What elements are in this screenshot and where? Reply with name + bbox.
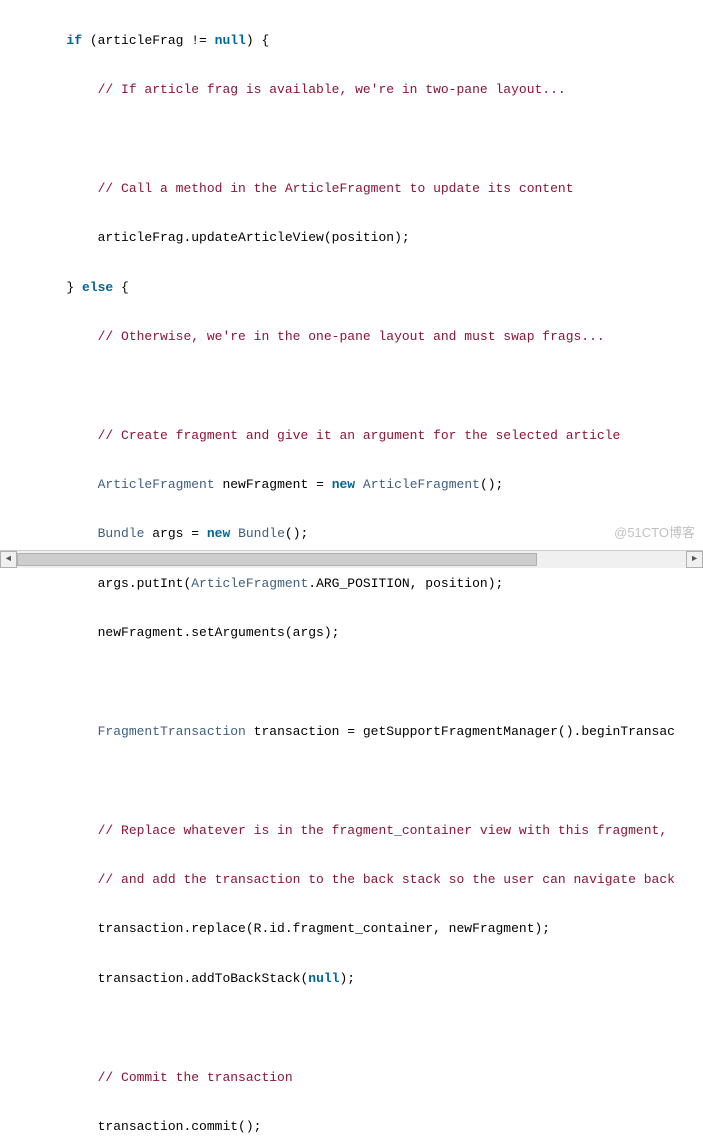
code-line: } else {	[4, 276, 703, 301]
code-block: if (articleFrag != null) { // If article…	[0, 0, 703, 1136]
scroll-left-button[interactable]: ◄	[0, 551, 17, 568]
code-line: // and add the transaction to the back s…	[4, 868, 703, 893]
scroll-track[interactable]	[17, 551, 686, 568]
code-line: if (articleFrag != null) {	[4, 29, 703, 54]
code-line: // Call a method in the ArticleFragment …	[4, 177, 703, 202]
code-line: // If article frag is available, we're i…	[4, 78, 703, 103]
code-line: transaction.addToBackStack(null);	[4, 967, 703, 992]
code-line: // Create fragment and give it an argume…	[4, 424, 703, 449]
code-line: newFragment.setArguments(args);	[4, 621, 703, 646]
code-line	[4, 671, 703, 696]
code-line: FragmentTransaction transaction = getSup…	[4, 720, 703, 745]
watermark-text: @51CTO博客	[614, 521, 695, 546]
code-line	[4, 374, 703, 399]
code-line: // Commit the transaction	[4, 1066, 703, 1091]
code-line: // Replace whatever is in the fragment_c…	[4, 819, 703, 844]
code-line	[4, 127, 703, 152]
code-line: Bundle args = new Bundle();	[4, 522, 703, 547]
code-line: articleFrag.updateArticleView(position);	[4, 226, 703, 251]
code-line: transaction.commit();	[4, 1115, 703, 1136]
code-line: ArticleFragment newFragment = new Articl…	[4, 473, 703, 498]
scroll-right-button[interactable]: ►	[686, 551, 703, 568]
code-line: args.putInt(ArticleFragment.ARG_POSITION…	[4, 572, 703, 597]
code-line	[4, 769, 703, 794]
code-line	[4, 1016, 703, 1041]
scroll-thumb[interactable]	[17, 553, 537, 566]
code-line: transaction.replace(R.id.fragment_contai…	[4, 917, 703, 942]
code-line: // Otherwise, we're in the one-pane layo…	[4, 325, 703, 350]
horizontal-scrollbar[interactable]: ◄ ►	[0, 550, 703, 568]
